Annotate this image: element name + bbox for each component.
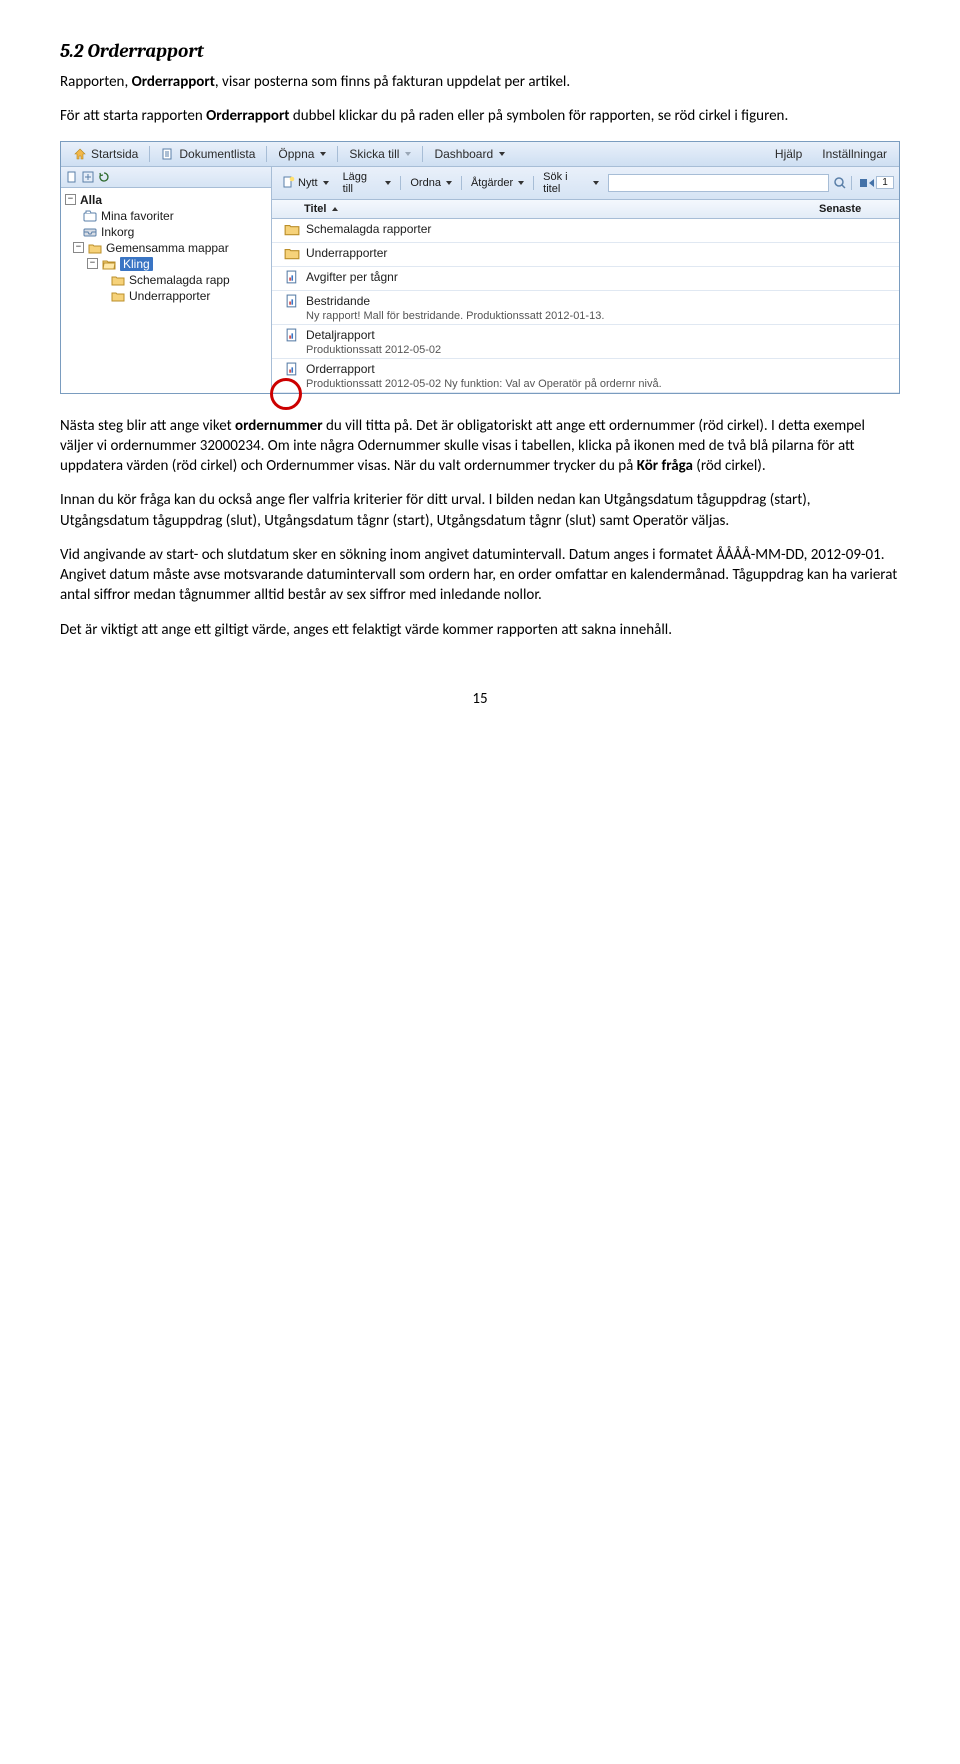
paragraph-datum: Vid angivande av start- och slutdatum sk…	[60, 545, 900, 606]
top-toolbar: Startsida Dokumentlista Öppna Skicka til…	[61, 142, 899, 167]
installningar-button[interactable]: Inställningar	[816, 145, 893, 163]
tree-node-schemalagda[interactable]: Schemalagda rapp	[61, 272, 271, 288]
page-number: 15	[60, 690, 900, 708]
page-number-input[interactable]: 1	[876, 176, 894, 189]
inbox-icon	[83, 226, 97, 238]
list-item-orderrapport[interactable]: OrderrapportProduktionssatt 2012-05-02 N…	[272, 359, 899, 393]
startsida-button[interactable]: Startsida	[67, 145, 144, 163]
intro-paragraph-2: För att starta rapporten Orderrapport du…	[60, 106, 900, 126]
chevron-down-icon	[446, 181, 452, 185]
intro-paragraph-1: Rapporten, Orderrapport, visar posterna …	[60, 72, 900, 92]
tree-node-mina[interactable]: Mina favoriter	[61, 208, 271, 224]
wizard-icon[interactable]	[81, 170, 95, 184]
list-item[interactable]: Underrapporter	[272, 243, 899, 267]
dokumentlista-button[interactable]: Dokumentlista	[155, 145, 261, 163]
collapse-icon[interactable]: −	[73, 242, 84, 253]
chevron-down-icon	[518, 181, 524, 185]
nytt-button[interactable]: Nytt	[277, 175, 334, 190]
chevron-down-icon	[499, 152, 505, 156]
folder-icon	[284, 246, 300, 260]
nav-panel: − Alla Mina favoriter Inkorg − Gemensamm…	[61, 167, 272, 393]
chevron-down-icon	[593, 181, 599, 185]
paragraph-viktigt: Det är viktigt att ange ett giltigt värd…	[60, 620, 900, 640]
list-item[interactable]: Schemalagda rapporter	[272, 219, 899, 243]
list-item[interactable]: BestridandeNy rapport! Mall för bestrida…	[272, 291, 899, 325]
tree-node-gemensamma[interactable]: − Gemensamma mappar	[61, 240, 271, 256]
refresh-icon[interactable]	[97, 170, 111, 184]
pager: 1	[860, 176, 894, 189]
prev-page-icon[interactable]	[869, 179, 874, 187]
nav-toolbar	[61, 167, 271, 188]
folder-icon	[111, 290, 125, 302]
paragraph-valfria: Innan du kör fråga kan du också ange fle…	[60, 490, 900, 531]
paragraph-ordernummer: Nästa steg blir att ange viket ordernumm…	[60, 416, 900, 477]
collapse-icon[interactable]: −	[65, 194, 76, 205]
folder-tree: − Alla Mina favoriter Inkorg − Gemensamm…	[61, 188, 271, 308]
doc-icon[interactable]	[65, 170, 79, 184]
folder-icon	[284, 222, 300, 236]
hjalp-button[interactable]: Hjälp	[769, 145, 808, 163]
tree-node-underrapporter[interactable]: Underrapporter	[61, 288, 271, 304]
folder-icon	[111, 274, 125, 286]
sort-asc-icon	[332, 207, 338, 211]
skicka-button: Skicka till	[343, 145, 417, 163]
document-list-icon	[161, 147, 175, 161]
report-icon	[285, 270, 300, 285]
lagg-till-button[interactable]: Lägg till	[338, 170, 397, 196]
ordna-button[interactable]: Ordna	[405, 176, 457, 190]
chevron-down-icon	[405, 152, 411, 156]
tree-node-inkorg[interactable]: Inkorg	[61, 224, 271, 240]
new-icon	[282, 176, 295, 189]
collapse-icon[interactable]: −	[87, 258, 98, 269]
list-item[interactable]: DetaljrapportProduktionssatt 2012-05-02	[272, 325, 899, 359]
chevron-down-icon	[385, 181, 391, 185]
content-toolbar: Nytt Lägg till Ordna Åtgärder Sök i tite…	[272, 167, 899, 200]
tree-node-alla[interactable]: − Alla	[61, 192, 271, 208]
atgarder-button[interactable]: Åtgärder	[466, 176, 529, 190]
list-item[interactable]: Avgifter per tågnr	[272, 267, 899, 291]
search-icon[interactable]	[833, 176, 847, 190]
chevron-down-icon	[320, 152, 326, 156]
folder-icon	[88, 242, 102, 254]
report-icon	[285, 362, 300, 377]
first-page-icon[interactable]	[860, 179, 867, 187]
chevron-down-icon	[323, 181, 329, 185]
dashboard-button[interactable]: Dashboard	[428, 145, 511, 163]
content-panel: Nytt Lägg till Ordna Åtgärder Sök i tite…	[272, 167, 899, 393]
report-icon	[285, 294, 300, 309]
sok-label: Sök i titel	[538, 170, 604, 196]
home-icon	[73, 147, 87, 161]
search-input[interactable]	[608, 174, 829, 192]
report-icon	[285, 328, 300, 343]
tree-node-kling[interactable]: − Kling	[61, 256, 271, 272]
favorites-icon	[83, 210, 97, 222]
list-body: Schemalagda rapporter Underrapporter Avg…	[272, 219, 899, 393]
section-heading: 5.2 Orderrapport	[60, 40, 900, 62]
oppna-button[interactable]: Öppna	[272, 145, 332, 163]
list-header: Titel Senaste	[272, 200, 899, 219]
app-screenshot: Startsida Dokumentlista Öppna Skicka til…	[60, 141, 900, 394]
folder-open-icon	[102, 258, 116, 270]
col-senaste[interactable]: Senaste	[819, 203, 899, 215]
col-title[interactable]: Titel	[300, 203, 819, 215]
